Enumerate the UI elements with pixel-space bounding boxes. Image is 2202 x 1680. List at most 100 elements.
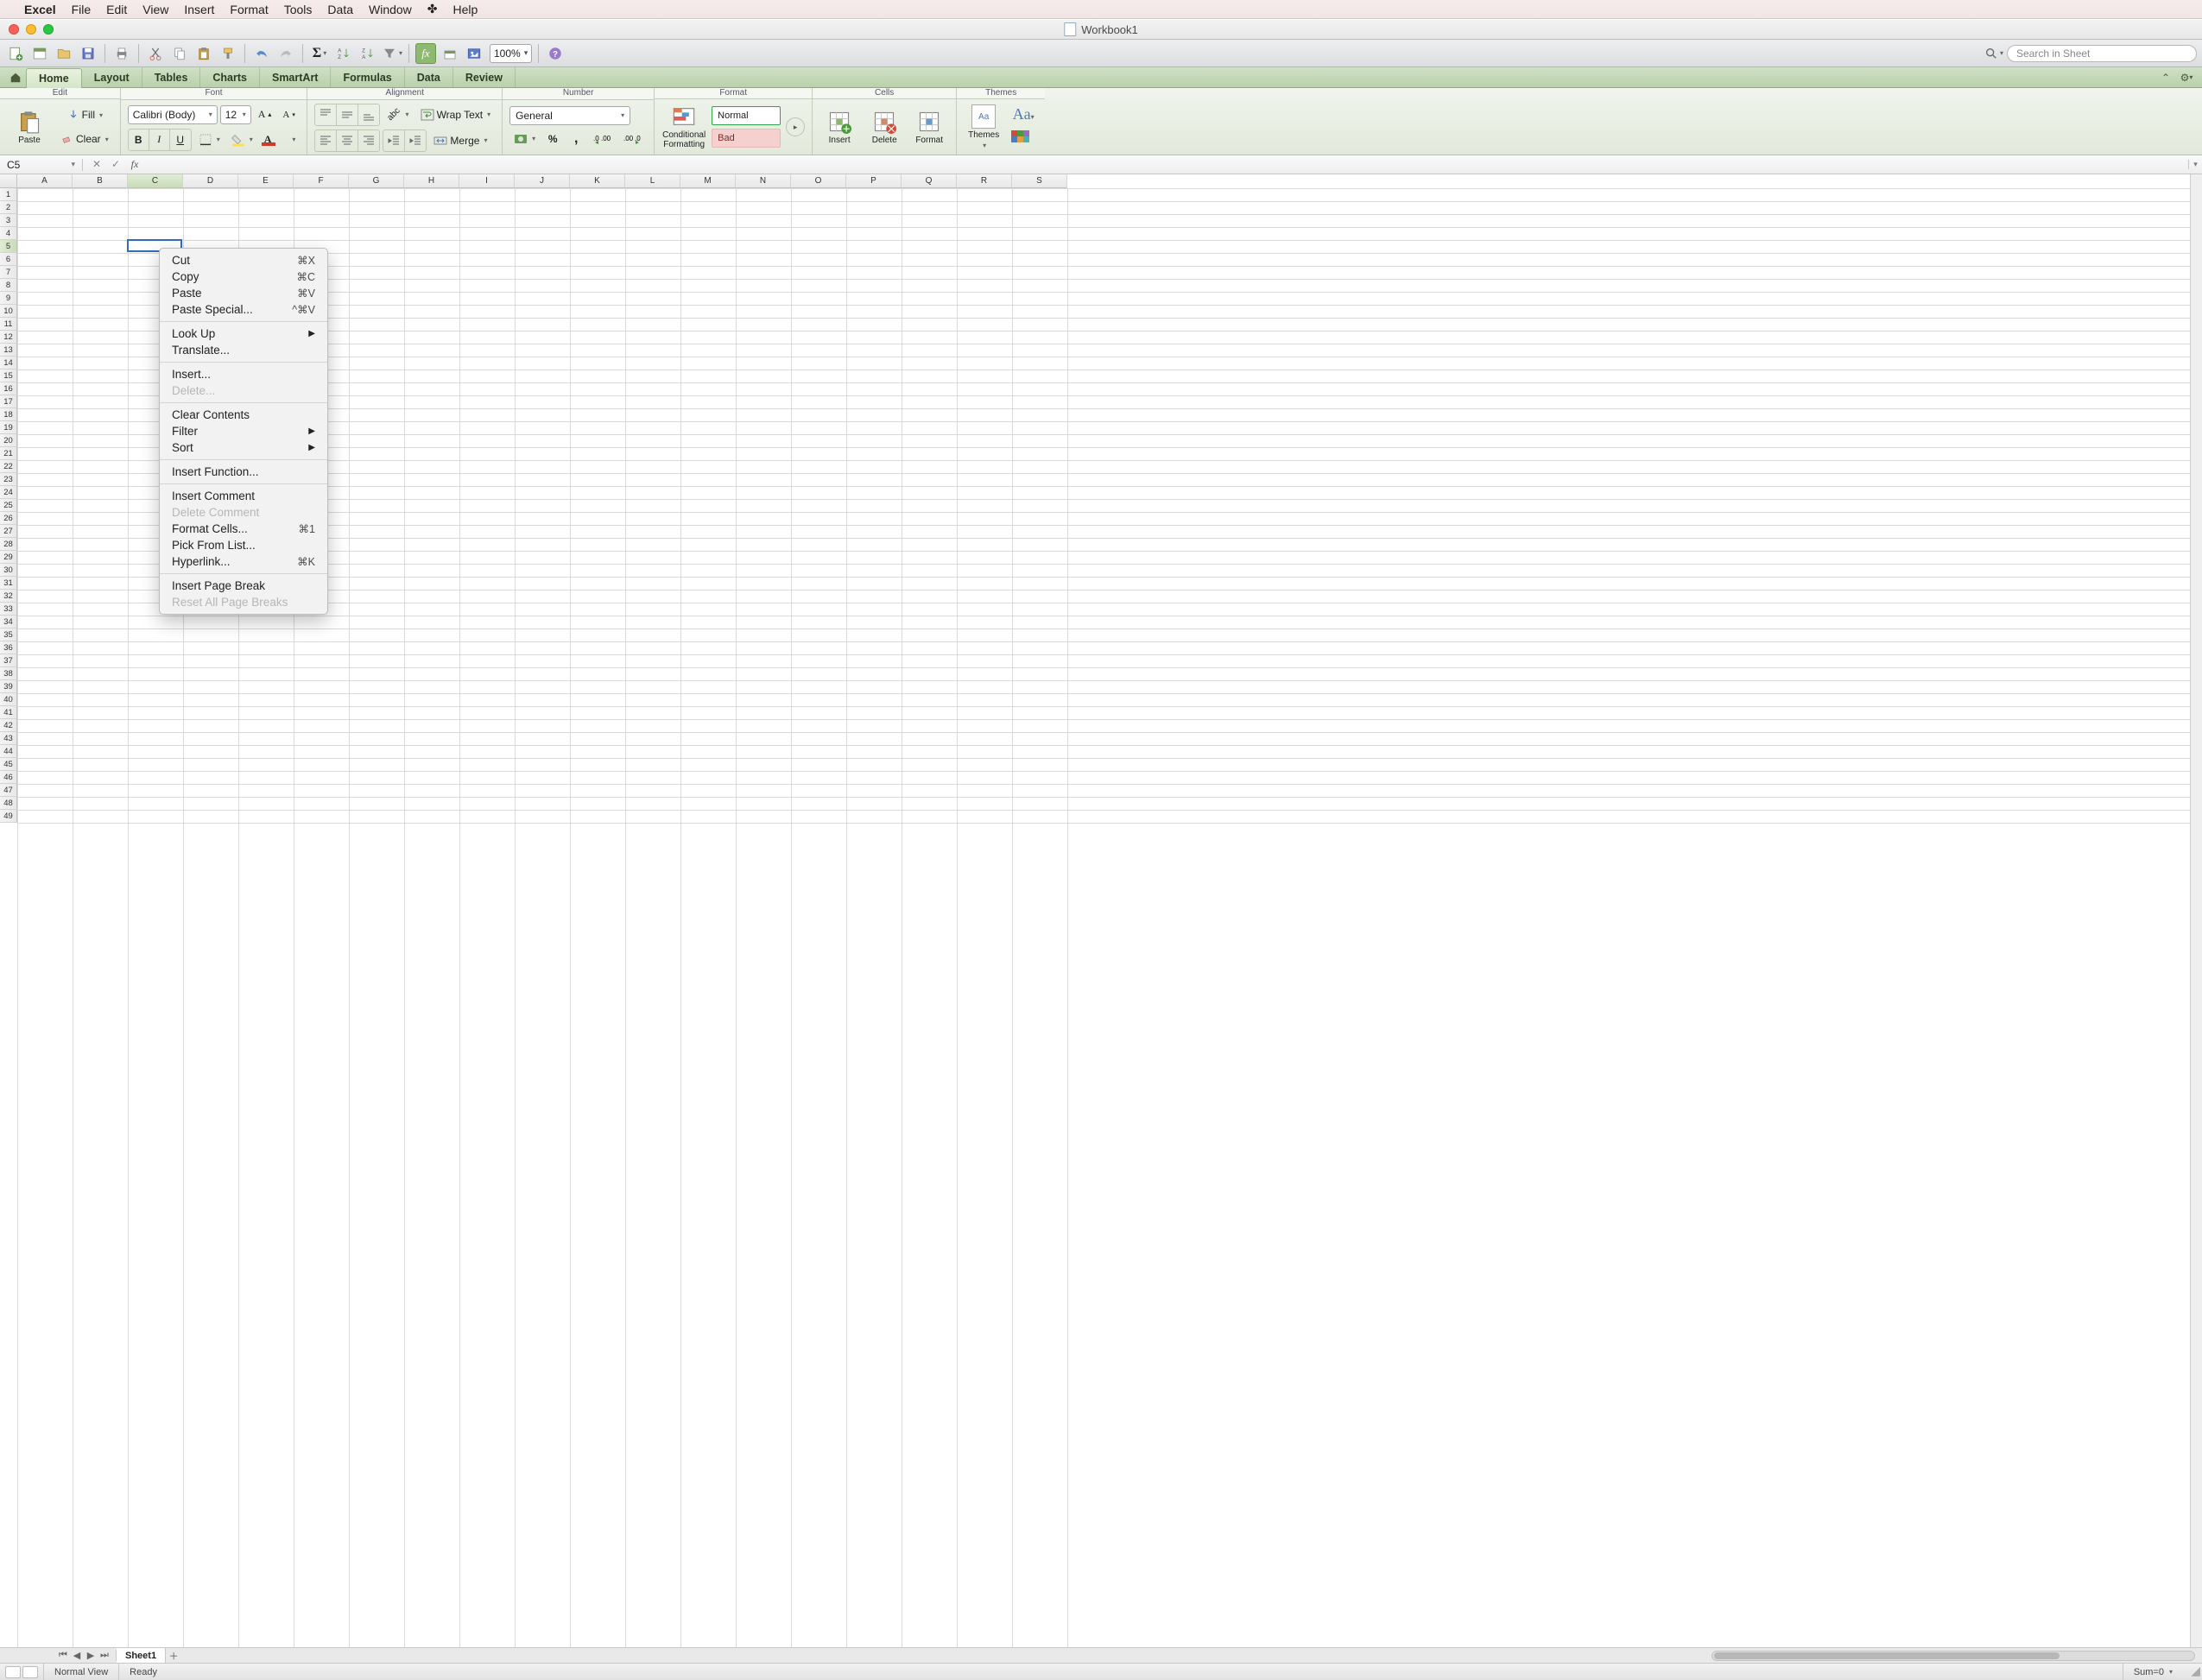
- row-header[interactable]: 42: [0, 719, 17, 732]
- row-header[interactable]: 46: [0, 771, 17, 784]
- close-window-button[interactable]: [9, 24, 19, 35]
- paste-icon[interactable]: [193, 43, 214, 64]
- indent-increase-icon[interactable]: [405, 130, 426, 151]
- align-center-icon[interactable]: [337, 130, 358, 151]
- ribbon-settings-icon[interactable]: ⚙▾: [2180, 71, 2193, 85]
- row-headers[interactable]: 1234567891011121314151617181920212223242…: [0, 188, 17, 1647]
- horizontal-scrollbar[interactable]: [1712, 1651, 2195, 1661]
- row-header[interactable]: 47: [0, 784, 17, 797]
- format-cells-button[interactable]: Format: [909, 101, 949, 153]
- row-header[interactable]: 20: [0, 434, 17, 447]
- row-header[interactable]: 5: [0, 240, 17, 253]
- menu-view[interactable]: View: [142, 3, 168, 16]
- row-header[interactable]: 21: [0, 447, 17, 460]
- sort-asc-icon[interactable]: AZ: [333, 43, 354, 64]
- row-header[interactable]: 27: [0, 525, 17, 538]
- row-header[interactable]: 38: [0, 667, 17, 680]
- row-header[interactable]: 26: [0, 512, 17, 525]
- name-box[interactable]: C5▾: [0, 159, 83, 171]
- column-header[interactable]: S: [1012, 174, 1067, 188]
- row-header[interactable]: 12: [0, 331, 17, 344]
- filter-icon[interactable]: ▾: [382, 43, 402, 64]
- fill-color-button[interactable]: ▾: [227, 129, 257, 150]
- grow-font-icon[interactable]: A▴: [254, 104, 276, 125]
- help-icon[interactable]: ?: [545, 43, 566, 64]
- context-menu-item[interactable]: Insert Function...: [160, 464, 327, 480]
- font-size-selector[interactable]: 12▾: [220, 105, 251, 124]
- context-menu-item[interactable]: Hyperlink...⌘K: [160, 553, 327, 570]
- row-header[interactable]: 23: [0, 473, 17, 486]
- indent-decrease-icon[interactable]: [383, 130, 405, 151]
- paste-button[interactable]: Paste: [7, 101, 52, 153]
- app-menu[interactable]: Excel: [24, 3, 56, 16]
- tab-smartart[interactable]: SmartArt: [260, 67, 332, 87]
- redo-icon[interactable]: [275, 43, 296, 64]
- themes-button[interactable]: Aa Themes▾: [964, 101, 1003, 153]
- row-header[interactable]: 19: [0, 421, 17, 434]
- column-header[interactable]: D: [183, 174, 238, 188]
- tab-review[interactable]: Review: [453, 67, 516, 87]
- search-input[interactable]: Search in Sheet: [2007, 45, 2197, 62]
- ribbon-home-icon[interactable]: [5, 67, 26, 87]
- cell-canvas[interactable]: Cut⌘XCopy⌘CPaste⌘VPaste Special...^⌘VLoo…: [17, 188, 2190, 1647]
- row-header[interactable]: 11: [0, 318, 17, 331]
- currency-button[interactable]: ▾: [509, 129, 540, 149]
- cut-icon[interactable]: [145, 43, 166, 64]
- menu-help[interactable]: Help: [453, 3, 478, 16]
- row-header[interactable]: 30: [0, 564, 17, 577]
- menu-file[interactable]: File: [72, 3, 92, 16]
- row-header[interactable]: 49: [0, 810, 17, 823]
- context-menu-item[interactable]: Translate...: [160, 342, 327, 358]
- autosum-icon[interactable]: Σ▾: [309, 43, 330, 64]
- row-header[interactable]: 3: [0, 214, 17, 227]
- decrease-decimal-icon[interactable]: .00.0: [619, 129, 647, 149]
- menu-data[interactable]: Data: [327, 3, 353, 16]
- italic-button[interactable]: I: [149, 129, 170, 150]
- vertical-scrollbar[interactable]: [2190, 174, 2202, 1647]
- column-header[interactable]: B: [73, 174, 128, 188]
- column-header[interactable]: H: [404, 174, 459, 188]
- column-header[interactable]: A: [17, 174, 73, 188]
- column-header[interactable]: C: [128, 174, 183, 188]
- row-header[interactable]: 16: [0, 382, 17, 395]
- theme-fonts-button[interactable]: Aa▾: [1009, 101, 1038, 153]
- row-header[interactable]: 39: [0, 680, 17, 693]
- context-menu-item[interactable]: Filter▶: [160, 423, 327, 439]
- column-header[interactable]: N: [736, 174, 791, 188]
- align-left-icon[interactable]: [315, 130, 337, 151]
- search-scope-icon[interactable]: ▾: [1984, 44, 2003, 63]
- expand-formula-bar[interactable]: ▾: [2188, 160, 2202, 169]
- borders-button[interactable]: ▾: [194, 129, 225, 150]
- sheet-tab[interactable]: Sheet1: [117, 1648, 166, 1663]
- row-header[interactable]: 45: [0, 758, 17, 771]
- cancel-formula-icon[interactable]: ✕: [90, 158, 104, 171]
- row-header[interactable]: 17: [0, 395, 17, 408]
- row-header[interactable]: 9: [0, 292, 17, 305]
- status-sum[interactable]: Sum=0▾: [2123, 1664, 2183, 1680]
- shrink-font-icon[interactable]: A▾: [278, 104, 299, 125]
- column-header[interactable]: P: [846, 174, 902, 188]
- conditional-formatting-button[interactable]: Conditional Formatting: [661, 101, 706, 153]
- show-formulas-icon[interactable]: fx: [415, 43, 436, 64]
- row-header[interactable]: 25: [0, 499, 17, 512]
- row-header[interactable]: 14: [0, 357, 17, 369]
- bold-button[interactable]: B: [129, 129, 149, 150]
- context-menu-item[interactable]: Insert Comment: [160, 488, 327, 504]
- orientation-button[interactable]: abc▾: [383, 104, 413, 125]
- row-header[interactable]: 44: [0, 745, 17, 758]
- column-headers[interactable]: ABCDEFGHIJKLMNOPQRS: [17, 174, 2190, 188]
- minimize-window-button[interactable]: [26, 24, 36, 35]
- media-browser-icon[interactable]: [464, 43, 484, 64]
- menu-insert[interactable]: Insert: [184, 3, 214, 16]
- column-header[interactable]: Q: [902, 174, 957, 188]
- row-header[interactable]: 33: [0, 603, 17, 616]
- align-bottom-icon[interactable]: [358, 104, 379, 125]
- context-menu-item[interactable]: Format Cells...⌘1: [160, 521, 327, 537]
- increase-decimal-icon[interactable]: .0.00: [589, 129, 617, 149]
- row-header[interactable]: 43: [0, 732, 17, 745]
- mac-menubar[interactable]: Excel File Edit View Insert Format Tools…: [0, 0, 2202, 19]
- number-format-selector[interactable]: General▾: [509, 106, 630, 125]
- context-menu-item[interactable]: Insert...: [160, 366, 327, 382]
- row-header[interactable]: 29: [0, 551, 17, 564]
- spreadsheet-grid[interactable]: ABCDEFGHIJKLMNOPQRS 12345678910111213141…: [0, 174, 2202, 1647]
